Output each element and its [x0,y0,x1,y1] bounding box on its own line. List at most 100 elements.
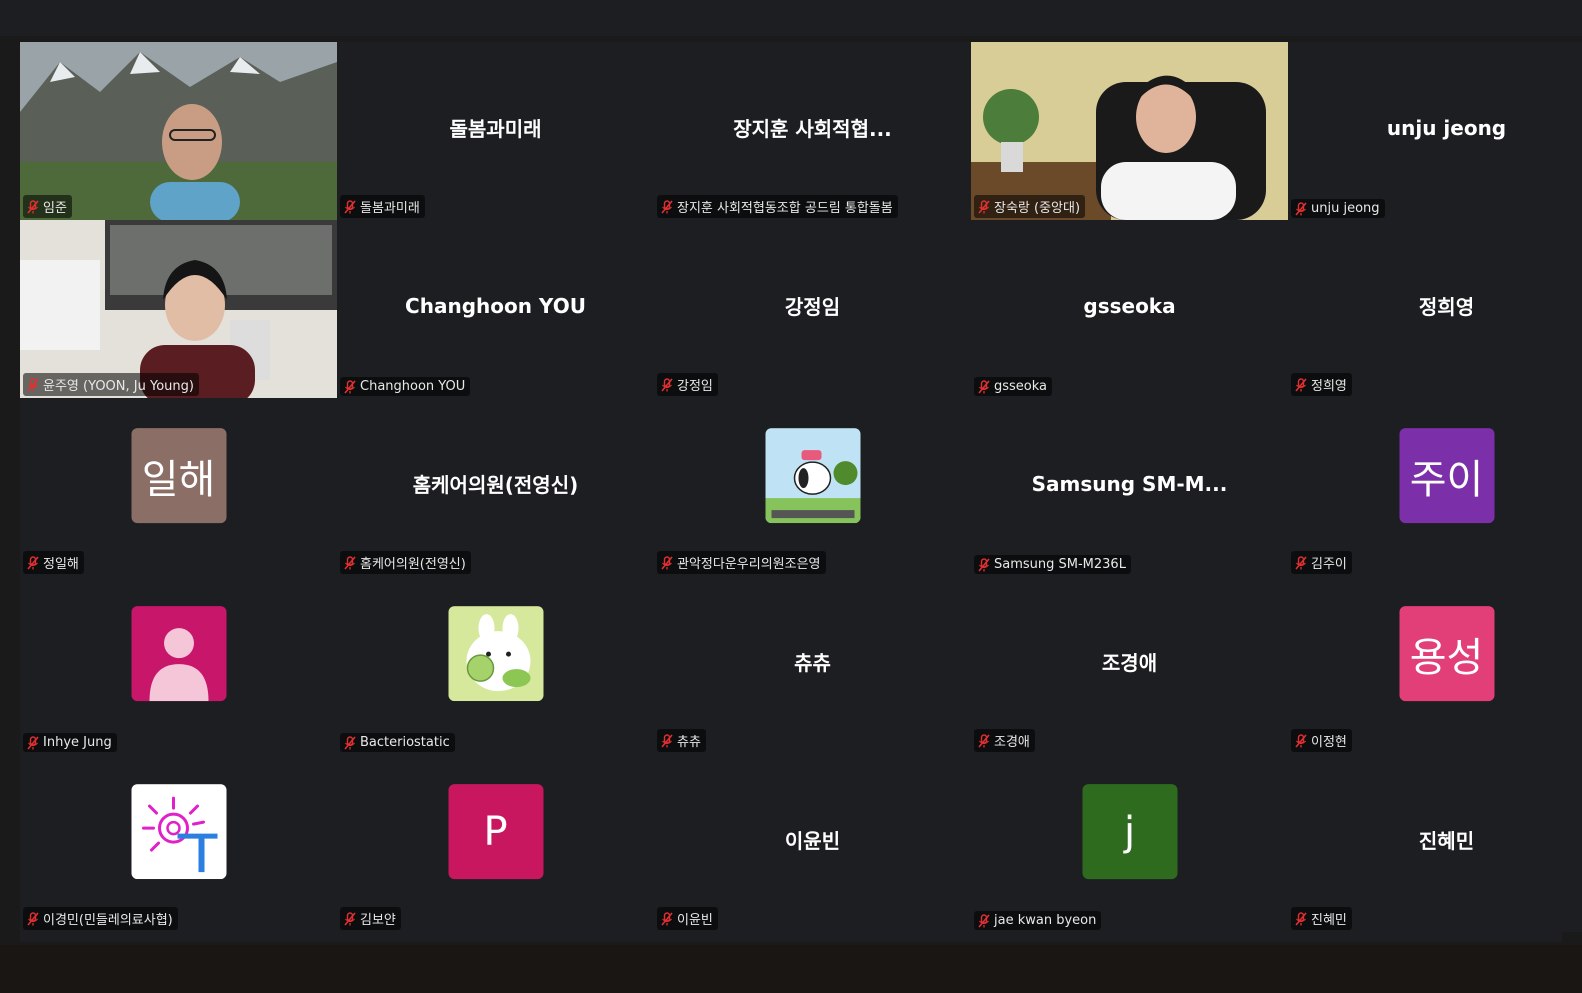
mic-muted-icon [344,735,356,750]
participant-name-label: 홈케어의원(전영신) [340,551,471,574]
participant-name: 조경애 [994,735,1030,750]
participant-display-name: 정희영 [1418,295,1475,320]
participant-name: Inhye Jung [43,735,112,750]
avatar: 용성 [1399,606,1494,702]
participant-tile[interactable]: 돌봄과미래 돌봄과미래 [337,42,654,220]
participant-name-label: Inhye Jung [23,733,117,752]
participant-tile[interactable]: 홈케어의원(전영신) 홈케어의원(전영신) [337,398,654,576]
avatar: j [1082,784,1177,880]
participant-name-label: 이윤빈 [657,907,718,930]
profile-picture [765,428,860,524]
participant-name: 관악정다운우리의원조은영 [677,557,821,572]
mic-muted-icon [1295,911,1307,926]
participant-tile[interactable]: Inhye Jung [20,576,337,754]
participant-name: 이경민(민들레의료사협) [43,913,173,928]
participant-tile[interactable]: 강정임 강정임 [654,220,971,398]
mic-muted-icon [27,911,39,926]
participant-tile[interactable]: Samsung SM-M... Samsung SM-M236L [971,398,1288,576]
participant-name: 임준 [43,201,67,216]
participant-name: 이윤빈 [677,913,713,928]
participant-tile[interactable]: 용성이정현 [1288,576,1582,754]
mic-muted-icon [27,377,39,392]
participant-name-label: unju jeong [1291,199,1385,218]
participant-display-name: unju jeong [1386,116,1507,141]
mic-muted-icon [1295,733,1307,748]
participant-display-name: gsseoka [1083,294,1176,319]
participant-name: 김보얀 [360,913,396,928]
participant-tile[interactable]: 일해정일해 [20,398,337,576]
participant-display-name: 홈케어의원(전영신) [412,473,579,498]
mic-muted-icon [1295,377,1307,392]
participant-name-label: 이경민(민들레의료사협) [23,907,178,930]
participant-name: Changhoon YOU [360,379,466,394]
participant-name-label: 이정현 [1291,729,1352,752]
participant-name-label: 강정임 [657,373,718,396]
participant-display-name: 강정임 [784,295,841,320]
participant-name: 이정현 [1311,735,1347,750]
participant-tile[interactable]: 이윤빈 이윤빈 [654,754,971,932]
participant-name: 장지훈 사회적협동조합 공드림 통합돌봄 [677,201,893,216]
default-person-icon [131,606,226,702]
mic-muted-icon [978,379,990,394]
avatar: 주이 [1399,428,1494,524]
gallery-grid: 임준 돌봄과미래 돌봄과미래 장지훈 사회적협... 장지훈 사회적협동조합 공드림 통… [20,42,1582,942]
participant-tile[interactable]: Changhoon YOU Changhoon YOU [337,220,654,398]
participant-name: 김주이 [1311,557,1347,572]
participant-tile[interactable]: 관악정다운우리의원조은영 [654,398,971,576]
participant-name: 장숙랑 (중앙대) [994,201,1081,216]
participant-name: 정일해 [43,557,79,572]
avatar: P [448,784,543,880]
participant-display-name: Samsung SM-M... [1031,472,1228,497]
mic-muted-icon [661,733,673,748]
participant-tile[interactable]: j jae kwan byeon [971,754,1288,932]
participant-display-name: 츄츄 [794,651,831,676]
participant-name-label: 윤주영 (YOON, Ju Young) [23,373,199,396]
participant-name: jae kwan byeon [994,913,1097,928]
mic-muted-icon [978,733,990,748]
mic-muted-icon [661,555,673,570]
participant-tile[interactable]: 정희영 정희영 [1288,220,1582,398]
participant-tile[interactable]: 임준 [20,42,337,220]
participant-display-name: 이윤빈 [784,829,841,854]
mic-muted-icon [661,377,673,392]
participant-name: unju jeong [1311,201,1380,216]
avatar: 일해 [131,428,226,524]
participant-tile[interactable]: P 김보얀 [337,754,654,932]
mic-muted-icon [344,199,356,214]
mic-muted-icon [978,913,990,928]
participant-tile[interactable]: gsseoka gsseoka [971,220,1288,398]
participant-name: 윤주영 (YOON, Ju Young) [43,379,194,394]
participant-tile[interactable]: Bacteriostatic [337,576,654,754]
participant-name-label: 돌봄과미래 [340,195,425,218]
mic-muted-icon [27,735,39,750]
mic-muted-icon [344,555,356,570]
participant-tile[interactable]: 주이김주이 [1288,398,1582,576]
meeting-controls-bar [0,945,1582,993]
mic-muted-icon [27,555,39,570]
participant-name: 강정임 [677,379,713,394]
participant-tile[interactable]: 츄츄 츄츄 [654,576,971,754]
participant-display-name: 돌봄과미래 [449,117,542,142]
participant-tile[interactable]: 진혜민 진혜민 [1288,754,1582,932]
participant-display-name: 조경애 [1101,651,1158,676]
mic-muted-icon [978,557,990,572]
participant-name: 츄츄 [677,735,701,750]
participant-name-label: Samsung SM-M236L [974,555,1131,574]
profile-picture [448,606,543,702]
participant-tile[interactable]: 윤주영 (YOON, Ju Young) [20,220,337,398]
mic-muted-icon [344,379,356,394]
participant-name-label: 진혜민 [1291,907,1352,930]
participant-tile[interactable]: unju jeong unju jeong [1288,42,1582,220]
participant-display-name: 진혜민 [1418,829,1475,854]
video-feed [971,42,1288,220]
participant-name-label: 정일해 [23,551,84,574]
participant-tile[interactable]: 조경애 조경애 [971,576,1288,754]
participant-display-name: 장지훈 사회적협... [733,117,892,142]
participant-name-label: Bacteriostatic [340,733,455,752]
participant-name-label: gsseoka [974,377,1053,396]
participant-tile[interactable]: 장숙랑 (중앙대) [971,42,1288,220]
participant-tile[interactable]: 장지훈 사회적협... 장지훈 사회적협동조합 공드림 통합돌봄 [654,42,971,220]
mic-muted-icon [27,199,39,214]
participant-tile[interactable]: 이경민(민들레의료사협) [20,754,337,932]
participant-name-label: 관악정다운우리의원조은영 [657,551,826,574]
